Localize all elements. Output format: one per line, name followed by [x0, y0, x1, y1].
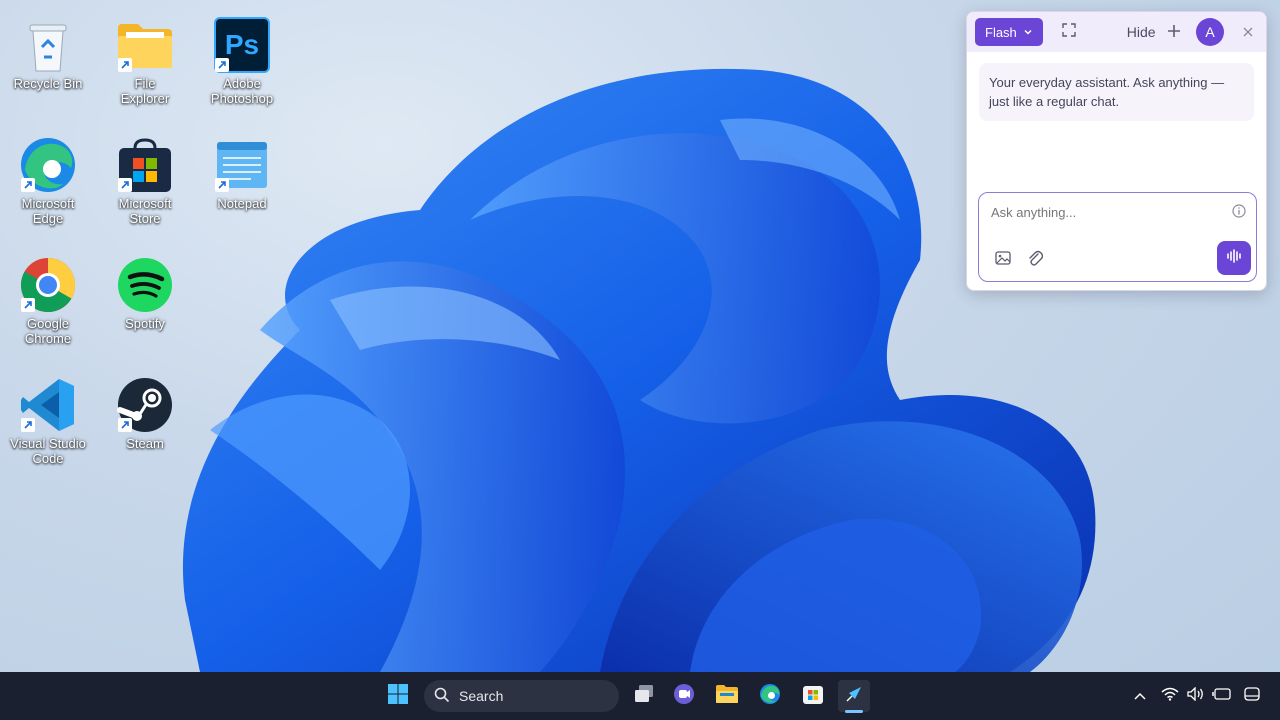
attach-file-icon[interactable] [1027, 249, 1044, 272]
info-icon[interactable] [1232, 204, 1246, 223]
folder-icon [116, 16, 174, 74]
desktop-icon-chrome[interactable]: Google Chrome [3, 256, 93, 346]
image-upload-icon[interactable] [995, 251, 1011, 270]
steam-icon [116, 376, 174, 434]
notification-button[interactable] [1240, 684, 1264, 708]
taskbar: Search [0, 672, 1280, 720]
shortcut-arrow-icon [21, 178, 35, 192]
desktop-icon-label: Visual Studio Code [10, 436, 86, 466]
desktop-icon-steam[interactable]: Steam [100, 376, 190, 451]
teams-icon [673, 683, 695, 710]
shortcut-arrow-icon [215, 178, 229, 192]
store-button[interactable] [797, 680, 829, 712]
recycle-bin-icon [19, 16, 77, 74]
desktop-icon-vscode[interactable]: Visual Studio Code [3, 376, 93, 466]
notification-icon [1244, 686, 1260, 706]
file-explorer-button[interactable] [711, 680, 743, 712]
chevron-up-icon [1134, 687, 1146, 705]
expand-button[interactable] [1057, 20, 1081, 44]
taskbar-search[interactable]: Search [424, 680, 619, 712]
task-view-button[interactable] [628, 680, 660, 712]
wifi-icon [1161, 687, 1179, 706]
assistant-topbar: Flash Hide A [967, 12, 1266, 52]
expand-icon [1062, 22, 1076, 42]
volume-button[interactable] [1184, 684, 1208, 708]
battery-icon [1212, 687, 1232, 706]
assistant-intro-message: Your everyday assistant. Ask anything — … [979, 63, 1254, 121]
spotify-icon [116, 256, 174, 314]
assistant-taskbar-button[interactable] [838, 680, 870, 712]
store-icon [116, 136, 174, 194]
desktop-icon-store[interactable]: Microsoft Store [100, 136, 190, 226]
wifi-button[interactable] [1158, 684, 1182, 708]
vscode-icon [19, 376, 77, 434]
edge-icon [19, 136, 77, 194]
shortcut-arrow-icon [118, 418, 132, 432]
desktop-icon-label: Recycle Bin [13, 76, 83, 91]
chevron-down-icon [1023, 25, 1033, 40]
shortcut-arrow-icon [21, 298, 35, 312]
desktop-icon-edge[interactable]: Microsoft Edge [3, 136, 93, 226]
desktop-icon-label: Microsoft Store [118, 196, 172, 226]
desktop-icon-label: Google Chrome [24, 316, 72, 346]
shortcut-arrow-icon [118, 58, 132, 72]
assistant-icon [844, 684, 864, 709]
chat-composer [978, 192, 1257, 282]
desktop-icon-spotify[interactable]: Spotify [100, 256, 190, 331]
plus-icon [1167, 22, 1181, 42]
desktop-icon-file-explorer[interactable]: File Explorer [100, 16, 190, 106]
model-select-button[interactable]: Flash [975, 18, 1043, 46]
desktop-icon-label: Steam [126, 436, 164, 451]
search-label: Search [459, 688, 504, 704]
new-chat-button[interactable] [1164, 22, 1184, 43]
shortcut-arrow-icon [215, 58, 229, 72]
close-button[interactable] [1238, 24, 1258, 41]
close-icon [1243, 24, 1253, 41]
model-select-label: Flash [985, 24, 1017, 40]
chat-input[interactable] [991, 205, 1221, 220]
show-hidden-icons-button[interactable] [1128, 684, 1152, 708]
photoshop-icon: Ps [213, 16, 271, 74]
volume-icon [1187, 685, 1205, 706]
desktop-icon-label: File Explorer [120, 76, 170, 106]
task-view-icon [633, 684, 655, 709]
notepad-icon [213, 136, 271, 194]
shortcut-arrow-icon [21, 418, 35, 432]
desktop-icon-recycle-bin[interactable]: Recycle Bin [3, 16, 93, 91]
assistant-panel: Flash Hide A Your everyday assistant. As… [966, 11, 1267, 291]
voice-input-button[interactable] [1217, 241, 1251, 275]
hide-button[interactable]: Hide [1127, 24, 1156, 40]
desktop-icon-label: Spotify [125, 316, 165, 331]
edge-icon [759, 683, 781, 710]
desktop-icon-label: Microsoft Edge [21, 196, 75, 226]
avatar[interactable]: A [1196, 18, 1224, 46]
start-button[interactable] [382, 680, 414, 712]
windows-start-icon [387, 683, 409, 710]
search-icon [434, 687, 450, 706]
store-icon [802, 683, 824, 710]
desktop-icon-notepad[interactable]: Notepad [197, 136, 287, 211]
desktop-icon-label: Adobe Photoshop [210, 76, 274, 106]
teams-button[interactable] [668, 680, 700, 712]
shortcut-arrow-icon [118, 178, 132, 192]
edge-button[interactable] [754, 680, 786, 712]
desktop-icon-label: Notepad [217, 196, 267, 211]
chrome-icon [19, 256, 77, 314]
waveform-icon [1226, 248, 1242, 268]
desktop-icon-photoshop[interactable]: Ps Adobe Photoshop [197, 16, 287, 106]
file-explorer-icon [715, 684, 739, 709]
active-app-indicator [845, 710, 863, 713]
battery-button[interactable] [1210, 684, 1234, 708]
